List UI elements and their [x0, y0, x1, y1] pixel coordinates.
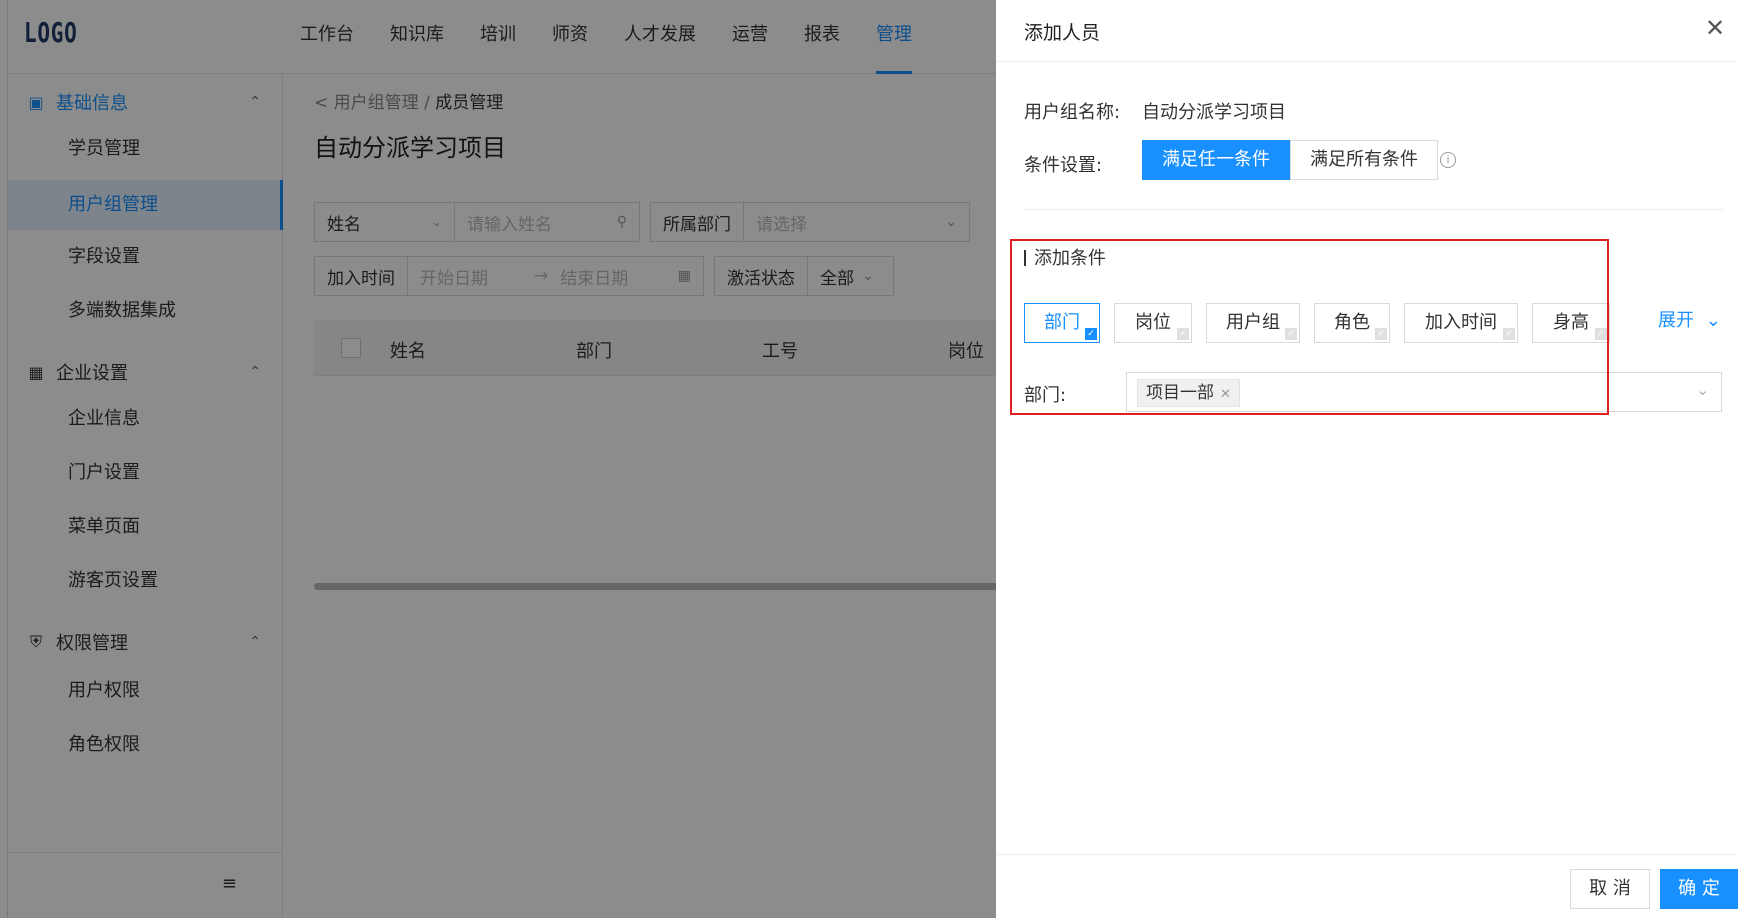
drawer-footer: 取 消 确 定 [996, 854, 1738, 918]
drawer-title: 添加人员 [1024, 22, 1101, 44]
condition-mode-toggle: 满足任一条件 满足所有条件 [1142, 140, 1438, 180]
any-condition-button[interactable]: 满足任一条件 [1142, 140, 1290, 180]
highlight-annotation-box [1010, 239, 1609, 415]
drawer-header: 添加人员 ✕ [996, 0, 1738, 62]
condition-label: 条件设置: [1024, 155, 1103, 176]
group-name-label: 用户组名称: [1024, 102, 1121, 123]
info-icon[interactable]: i [1440, 152, 1456, 168]
chevron-down-icon: ⌄ [1705, 310, 1721, 331]
cancel-button[interactable]: 取 消 [1570, 869, 1650, 909]
close-icon[interactable]: ✕ [1700, 14, 1730, 42]
expand-label: 展开 [1658, 310, 1694, 331]
divider [1024, 209, 1724, 210]
chevron-down-icon: ⌄ [1696, 381, 1709, 399]
confirm-button[interactable]: 确 定 [1660, 869, 1738, 909]
all-conditions-button[interactable]: 满足所有条件 [1290, 140, 1438, 180]
expand-link[interactable]: 展开 ⌄ [1658, 306, 1721, 332]
group-name-value: 自动分派学习项目 [1142, 102, 1286, 123]
add-member-drawer: 添加人员 ✕ 用户组名称: 自动分派学习项目 条件设置: 满足任一条件 满足所有… [996, 0, 1738, 918]
